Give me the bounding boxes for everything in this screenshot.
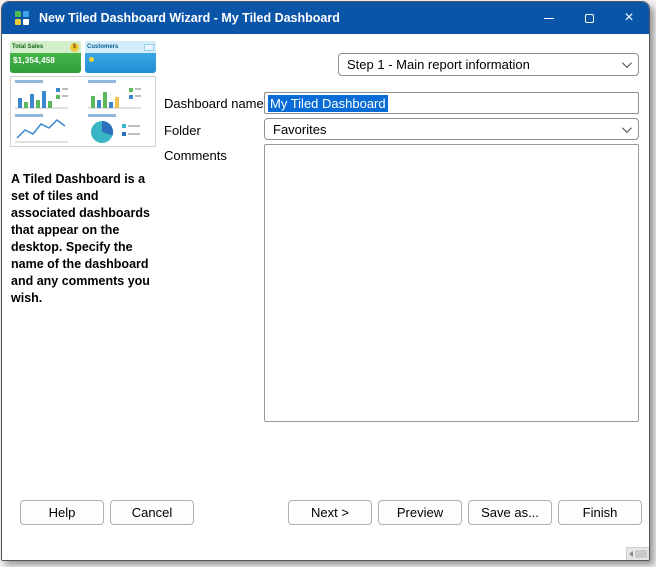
- save-as-button[interactable]: Save as...: [468, 500, 552, 525]
- minimize-icon: [544, 18, 554, 19]
- help-button[interactable]: Help: [20, 500, 104, 525]
- preview-button[interactable]: Preview: [378, 500, 462, 525]
- minimize-button[interactable]: [529, 2, 569, 34]
- cancel-button[interactable]: Cancel: [110, 500, 194, 525]
- preview-tiles: Total Sales $ $1,354,458 Customers: [10, 41, 156, 73]
- monitor-icon: [144, 44, 154, 51]
- app-icon: [14, 10, 30, 26]
- preview-tile-total-sales: Total Sales $ $1,354,458: [10, 41, 81, 73]
- comments-textarea[interactable]: [264, 144, 639, 422]
- finish-button[interactable]: Finish: [558, 500, 642, 525]
- window-controls: ×: [529, 2, 649, 34]
- status-dot-icon: [89, 57, 94, 62]
- maximize-button[interactable]: [569, 2, 609, 34]
- mini-charts-image: [10, 76, 156, 147]
- chevron-down-icon: [622, 123, 632, 133]
- money-bag-icon: $: [70, 43, 79, 52]
- close-button[interactable]: ×: [609, 2, 649, 34]
- dashboard-preview-thumbnail: Total Sales $ $1,354,458 Customers: [10, 41, 156, 151]
- maximize-icon: [585, 14, 594, 23]
- close-icon: ×: [624, 10, 633, 26]
- folder-value: Favorites: [273, 122, 326, 137]
- step-selector-value: Step 1 - Main report information: [347, 57, 530, 72]
- preview-tile-customers: Customers: [85, 41, 156, 73]
- description-text: A Tiled Dashboard is a set of tiles and …: [11, 171, 156, 307]
- step-selector[interactable]: Step 1 - Main report information: [338, 53, 639, 76]
- tile-label: Customers: [87, 44, 118, 50]
- scrollbar-thumb: [635, 550, 647, 558]
- titlebar[interactable]: New Tiled Dashboard Wizard - My Tiled Da…: [2, 2, 649, 34]
- dashboard-name-input[interactable]: My Tiled Dashboard: [264, 92, 639, 114]
- dialog-window: New Tiled Dashboard Wizard - My Tiled Da…: [1, 1, 650, 561]
- folder-select[interactable]: Favorites: [264, 118, 639, 140]
- resize-grip[interactable]: [626, 547, 650, 561]
- next-button[interactable]: Next >: [288, 500, 372, 525]
- tile-label: Total Sales: [12, 44, 43, 50]
- dashboard-name-value: My Tiled Dashboard: [268, 95, 388, 112]
- chevron-down-icon: [622, 58, 632, 68]
- comments-label: Comments: [164, 148, 227, 163]
- window-title: New Tiled Dashboard Wizard - My Tiled Da…: [39, 11, 340, 25]
- folder-label: Folder: [164, 123, 201, 138]
- tile-value: $1,354,458: [10, 53, 81, 65]
- dashboard-name-label: Dashboard name: [164, 96, 264, 111]
- scroll-left-icon: [629, 551, 633, 557]
